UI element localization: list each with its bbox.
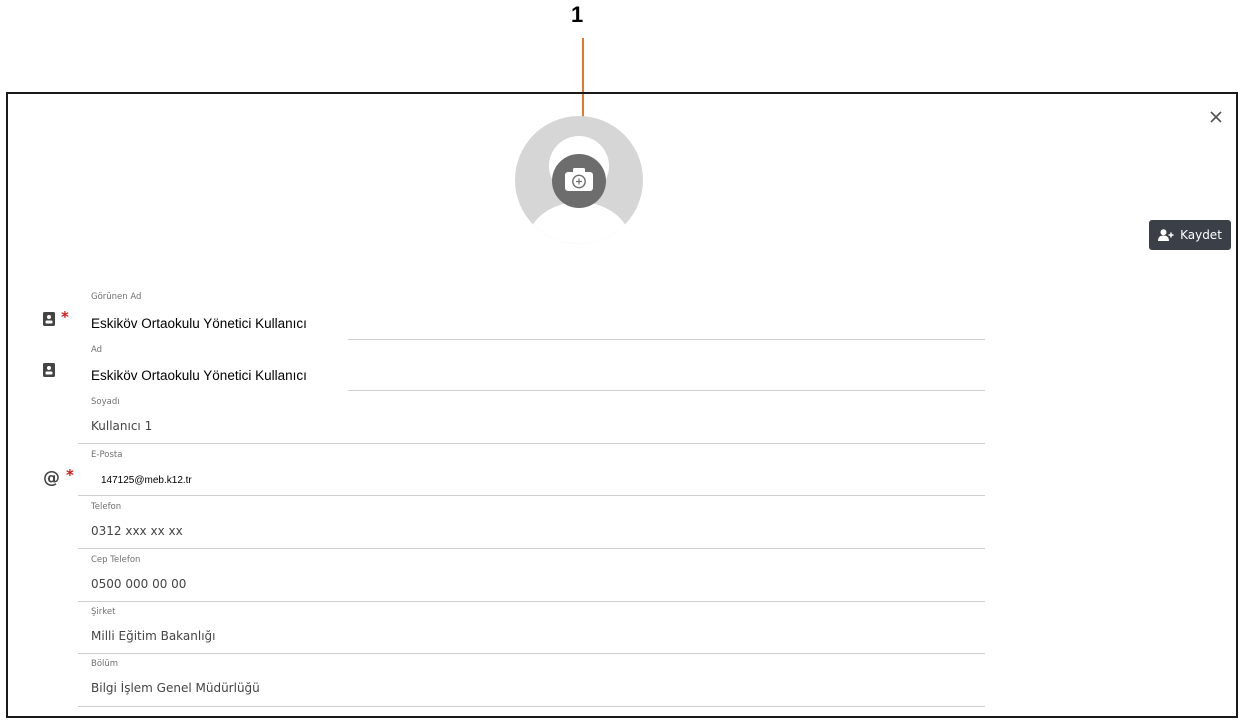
user-plus-icon [1158, 229, 1174, 241]
company-input[interactable] [84, 626, 971, 646]
mobile-phone-input[interactable] [84, 574, 971, 594]
id-card-icon [43, 363, 55, 377]
phone-input[interactable] [84, 521, 971, 541]
company-label: Şirket [91, 607, 116, 617]
required-marker: * [66, 466, 74, 484]
email-label: E-Posta [91, 450, 123, 460]
email-input[interactable] [94, 470, 981, 490]
field-underline-mask [78, 337, 348, 341]
at-icon: @ [43, 468, 60, 488]
display-name-input[interactable] [84, 313, 971, 333]
close-button[interactable] [1203, 104, 1229, 130]
first-name-field: Ad [78, 345, 985, 392]
first-name-input[interactable] [84, 365, 971, 385]
surname-input[interactable] [84, 416, 971, 436]
close-icon [1210, 111, 1222, 123]
department-label: Bölüm [91, 659, 119, 669]
phone-label: Telefon [91, 502, 122, 512]
display-name-label: Görünen Ad [91, 292, 142, 302]
surname-field: Soyadı [78, 397, 985, 444]
save-button[interactable]: Kaydet [1149, 220, 1231, 250]
display-name-field: Görünen Ad [78, 292, 985, 341]
photo-upload-button[interactable] [551, 153, 607, 209]
field-underline-mask [78, 388, 348, 392]
phone-field: Telefon [78, 502, 985, 549]
department-input[interactable] [84, 678, 971, 698]
id-card-icon [43, 312, 55, 326]
mobile-phone-label: Cep Telefon [91, 555, 141, 565]
department-field: Bölüm [78, 659, 985, 707]
surname-label: Soyadı [91, 397, 120, 407]
company-field: Şirket [78, 607, 985, 654]
save-button-label: Kaydet [1180, 228, 1222, 242]
required-marker: * [61, 308, 69, 326]
first-name-label: Ad [91, 345, 103, 355]
mobile-phone-field: Cep Telefon [78, 555, 985, 602]
email-field: E-Posta [78, 450, 985, 496]
